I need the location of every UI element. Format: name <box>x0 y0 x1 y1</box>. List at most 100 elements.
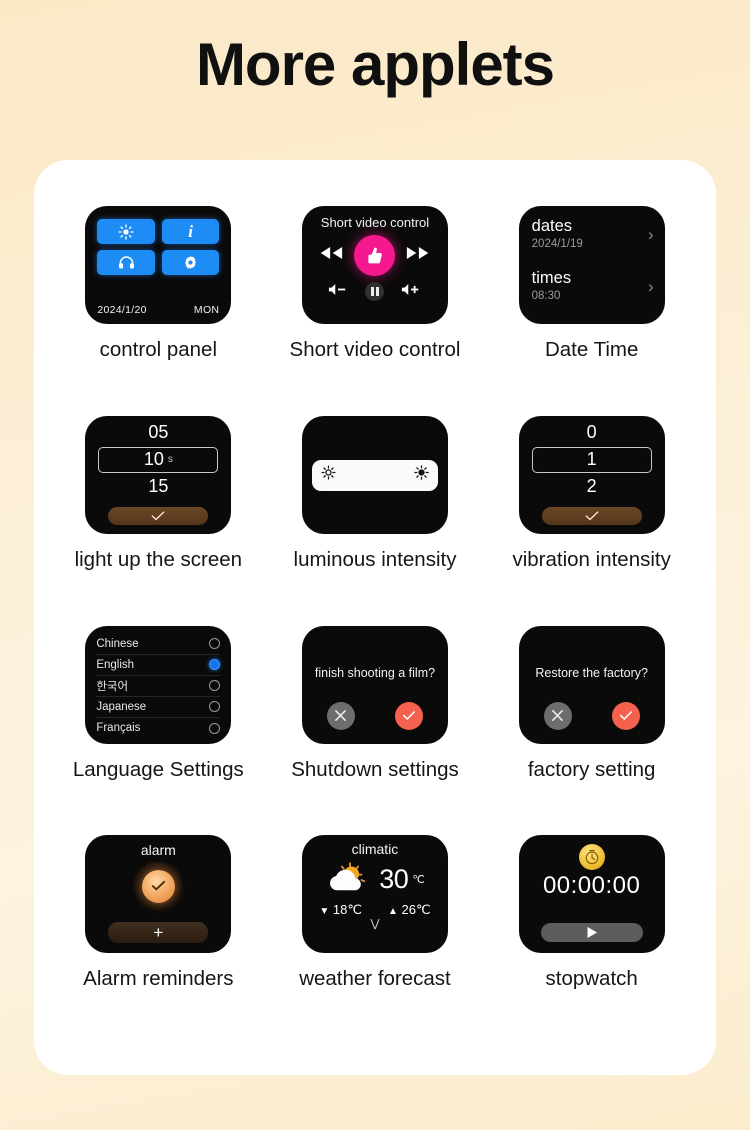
language-screen[interactable]: Chinese English 한국어 Japanese Français <box>85 625 232 744</box>
close-icon[interactable] <box>326 701 355 730</box>
rewind-icon[interactable] <box>319 246 343 265</box>
brightness-low-icon <box>321 465 336 485</box>
language-row[interactable]: Japanese <box>96 697 221 718</box>
applet-caption: factory setting <box>527 757 656 781</box>
pause-icon[interactable] <box>365 282 385 301</box>
language-name: 한국어 <box>96 680 129 693</box>
brightness-screen[interactable] <box>301 415 448 534</box>
partly-cloudy-icon <box>325 858 375 901</box>
info-icon[interactable]: i <box>161 219 220 244</box>
radio-icon[interactable] <box>209 680 221 691</box>
check-icon[interactable] <box>108 506 209 525</box>
chevron-right-icon[interactable]: › <box>648 278 654 295</box>
option-selected[interactable]: 1 <box>531 446 652 473</box>
option-above[interactable]: 0 <box>587 421 597 445</box>
applet-caption: light up the screen <box>74 547 243 571</box>
date-value: 2024/1/19 <box>531 237 583 250</box>
applet-factory-setting[interactable]: Restore the factory? factory setting <box>483 625 700 836</box>
weather-screen[interactable]: climatic 30 ℃ ▼ 18℃ ▲ 26℃ ⋁ <box>301 835 448 954</box>
applets-card: i 2024/1/20 MON control panel Short vide… <box>34 160 716 1075</box>
dialog-buttons <box>519 701 665 730</box>
applet-control-panel[interactable]: i 2024/1/20 MON control panel <box>50 206 267 416</box>
option-unit: s <box>167 454 173 466</box>
language-row[interactable]: 한국어 <box>96 676 221 697</box>
like-icon[interactable] <box>354 235 396 276</box>
control-panel-footer: 2024/1/20 MON <box>97 304 219 316</box>
applet-language-settings[interactable]: Chinese English 한국어 Japanese Français La… <box>50 625 267 836</box>
radio-icon[interactable] <box>209 638 221 649</box>
language-row[interactable]: Français <box>96 718 221 739</box>
option-below[interactable]: 15 <box>148 475 168 499</box>
weather-high-value: 26℃ <box>401 902 431 918</box>
alarm-title: alarm <box>140 842 176 859</box>
time-value: 08:30 <box>531 289 561 302</box>
control-panel-screen[interactable]: i 2024/1/20 MON <box>85 206 232 324</box>
applet-caption: Date Time <box>544 338 639 361</box>
short-video-screen[interactable]: Short video control <box>301 206 448 324</box>
weather-temp-unit: ℃ <box>412 874 425 887</box>
applet-weather-forecast[interactable]: climatic 30 ℃ ▼ 18℃ ▲ 26℃ ⋁ weather fore… <box>267 835 484 1045</box>
check-icon[interactable] <box>611 701 640 730</box>
gear-icon[interactable] <box>161 250 220 275</box>
add-alarm-button[interactable]: + <box>108 922 209 944</box>
applet-light-up-screen[interactable]: 05 10 s 15 light up the screen <box>50 415 267 626</box>
option-above[interactable]: 05 <box>148 421 168 445</box>
chevron-right-icon[interactable]: › <box>648 226 654 243</box>
applet-shutdown-settings[interactable]: finish shooting a film? Shutdown setting… <box>267 625 484 836</box>
applet-luminous-intensity[interactable]: luminous intensity <box>267 415 484 626</box>
page-title: More applets <box>195 31 555 98</box>
check-icon[interactable] <box>394 701 423 730</box>
vibration-picker[interactable]: 0 1 2 <box>518 415 665 534</box>
applet-short-video-control[interactable]: Short video control Short video control <box>267 206 484 416</box>
date-row[interactable]: dates 2024/1/19 › <box>532 217 654 250</box>
radio-icon[interactable] <box>209 701 221 712</box>
applet-caption: vibration intensity <box>512 547 671 571</box>
radio-icon[interactable] <box>209 722 221 734</box>
info-glyph: i <box>188 221 193 241</box>
language-row[interactable]: Chinese <box>96 634 221 655</box>
control-panel-buttons: i <box>97 219 220 275</box>
alarm-screen[interactable]: alarm + <box>85 835 232 954</box>
date-time-screen[interactable]: dates 2024/1/19 › times 08:30 › <box>518 206 665 324</box>
radio-icon-selected[interactable] <box>209 659 221 670</box>
dialog-question: finish shooting a film? <box>314 665 436 680</box>
play-icon[interactable] <box>540 923 643 943</box>
option-selected[interactable]: 10 s <box>98 446 219 473</box>
language-name: English <box>96 658 135 671</box>
forward-icon[interactable] <box>406 246 430 265</box>
stopwatch-time: 00:00:00 <box>542 872 641 900</box>
expand-chevron-icon[interactable]: ⋁ <box>302 919 448 930</box>
applet-vibration-intensity[interactable]: 0 1 2 vibration intensity <box>483 415 700 626</box>
language-row[interactable]: English <box>96 655 221 676</box>
headphones-icon[interactable] <box>97 250 155 275</box>
factory-reset-dialog-screen[interactable]: Restore the factory? <box>518 625 665 744</box>
applet-stopwatch[interactable]: 00:00:00 stopwatch <box>483 835 700 1045</box>
time-row[interactable]: times 08:30 › <box>532 269 654 302</box>
language-name: Japanese <box>96 700 147 713</box>
shutdown-dialog-screen[interactable]: finish shooting a film? <box>301 625 448 744</box>
option-below[interactable]: 2 <box>587 475 597 499</box>
short-video-bottom-bar <box>302 282 448 301</box>
check-icon[interactable] <box>541 506 642 525</box>
volume-up-icon[interactable] <box>401 283 421 301</box>
weather-low: ▼ 18℃ <box>319 902 362 918</box>
applet-caption: Language Settings <box>72 757 244 781</box>
alarm-clock-icon <box>134 862 183 911</box>
stopwatch-screen[interactable]: 00:00:00 <box>518 835 665 954</box>
brightness-slider[interactable] <box>311 459 438 491</box>
option-selected-value: 1 <box>586 449 597 470</box>
dialog-question: Restore the factory? <box>535 665 648 680</box>
brightness-icon[interactable] <box>97 219 155 244</box>
applet-alarm-reminders[interactable]: alarm + Alarm reminders <box>50 835 267 1045</box>
applet-date-time[interactable]: dates 2024/1/19 › times 08:30 › Date Tim… <box>483 206 700 416</box>
language-name: Chinese <box>96 637 139 650</box>
weather-low-value: 18℃ <box>332 902 362 918</box>
brightness-high-icon <box>414 465 429 485</box>
volume-down-icon[interactable] <box>328 283 348 301</box>
alarm-clock-face <box>141 869 175 903</box>
stopwatch-icon <box>578 844 605 871</box>
screen-timeout-picker[interactable]: 05 10 s 15 <box>85 415 232 534</box>
close-icon[interactable] <box>543 701 572 730</box>
weather-high: ▲ 26℃ <box>388 902 431 918</box>
time-label: times <box>531 269 572 287</box>
